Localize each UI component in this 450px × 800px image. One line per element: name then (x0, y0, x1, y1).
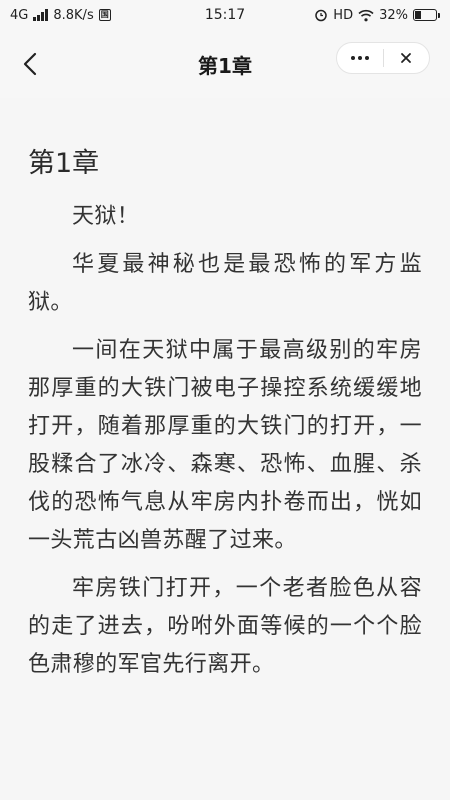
more-icon (350, 56, 369, 60)
status-right: HD 32% (314, 8, 440, 23)
paragraph: 牢房铁门打开，一个老者脸色从容的走了进去，吩咐外面等候的一个个脸色肃穆的军官先行… (28, 576, 422, 677)
reader-content[interactable]: 第1章 天狱！ 华夏最神秘也是最恐怖的军方监狱。 一间在天狱中属于最高级别的牢房… (0, 98, 450, 800)
paragraph: 华夏最神秘也是最恐怖的军方监狱。 (28, 252, 422, 315)
alarm-icon (315, 9, 328, 22)
chevron-left-icon (23, 52, 37, 76)
battery-icon (413, 9, 440, 21)
signal-icon (33, 9, 49, 21)
chapter-title: 第1章 (28, 148, 100, 179)
nav-header: 第1章 (0, 30, 450, 98)
status-bar: 4G 8.8K/s 国 15:17 HD 32% (0, 0, 450, 30)
notification-icon: 国 (98, 9, 111, 21)
paragraph: 一间在天狱中属于最高级别的牢房那厚重的大铁门被电子操控系统缓缓地打开，随着那厚重… (28, 338, 422, 553)
battery-percent: 32% (379, 7, 408, 23)
network-speed: 8.8K/s (53, 7, 94, 23)
hd-label: HD (333, 7, 354, 23)
mini-program-capsule (336, 42, 430, 74)
chapter-body: 天狱！ 华夏最神秘也是最恐怖的军方监狱。 一间在天狱中属于最高级别的牢房那厚重的… (28, 198, 422, 684)
network-type: 4G (10, 7, 29, 23)
paragraph: 天狱！ (72, 204, 140, 229)
back-button[interactable] (18, 52, 42, 76)
close-icon (401, 53, 412, 63)
wifi-icon (358, 9, 374, 21)
more-button[interactable] (337, 43, 383, 73)
status-left: 4G 8.8K/s 国 (10, 8, 111, 23)
page-title: 第1章 (198, 53, 252, 78)
close-button[interactable] (384, 43, 430, 73)
